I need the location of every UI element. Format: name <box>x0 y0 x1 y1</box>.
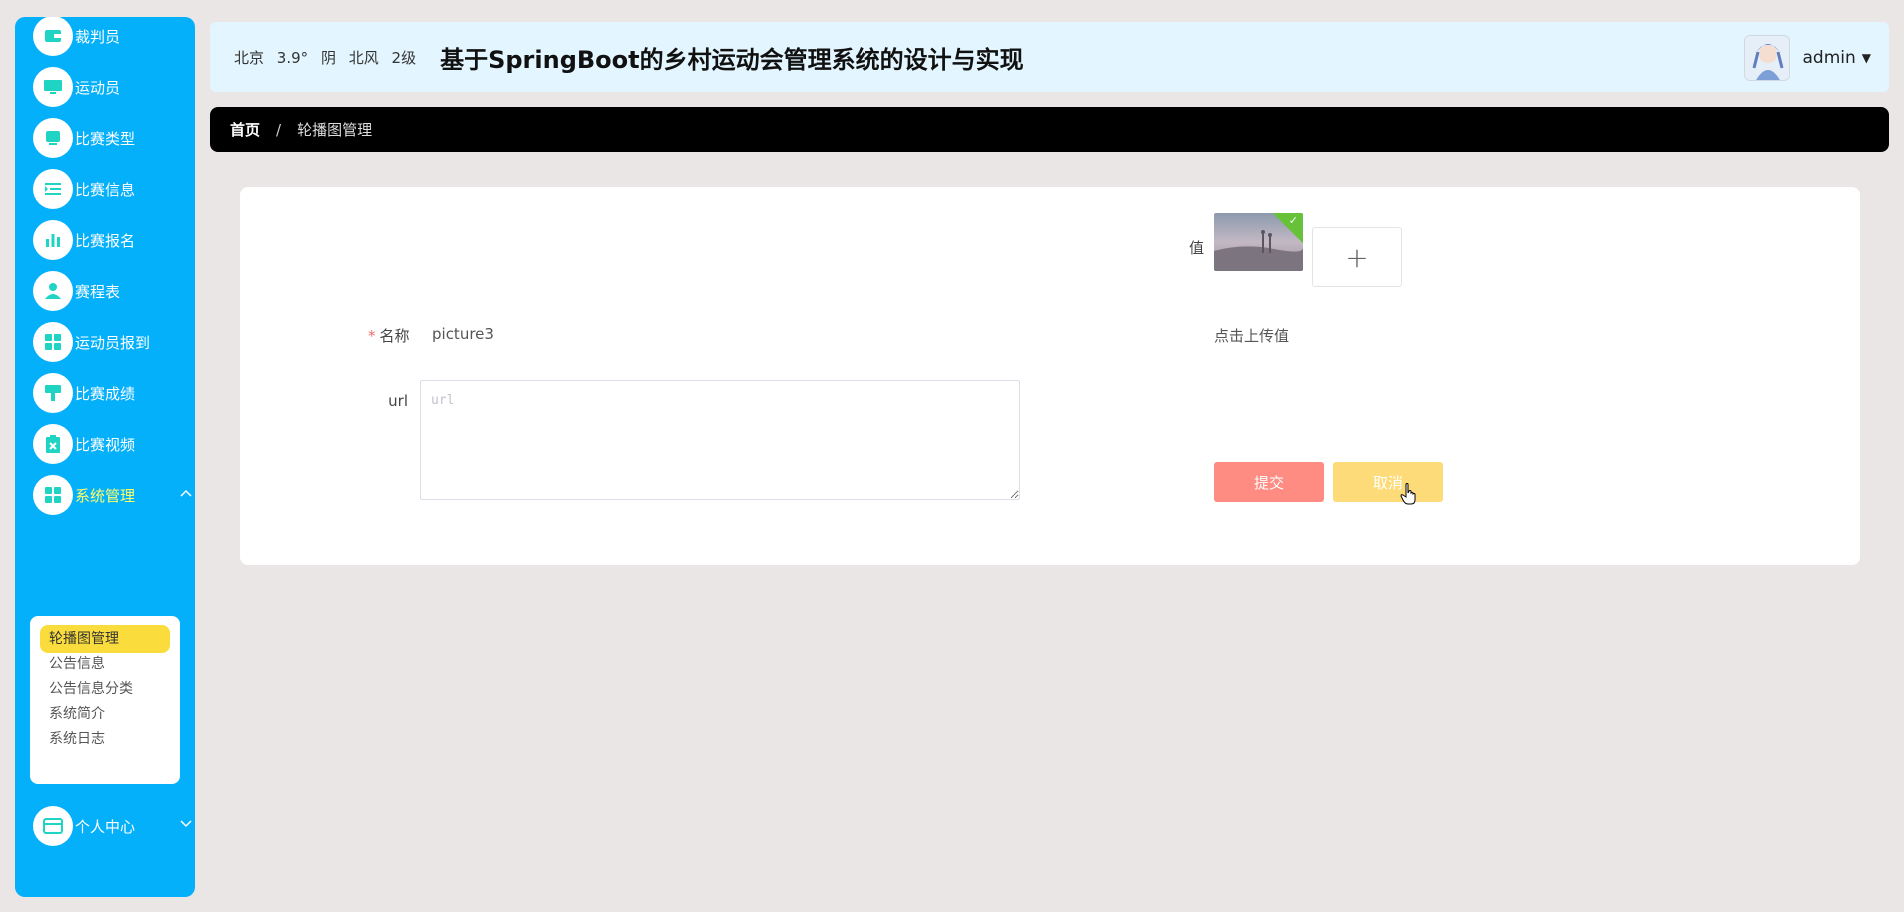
weather-condition: 阴 <box>320 48 336 67</box>
sidebar-item-label: 个人中心 <box>75 817 136 836</box>
sidebar-item-referee[interactable]: 裁判员 <box>33 17 193 61</box>
card-icon <box>33 806 73 846</box>
upload-button[interactable]: + <box>1312 227 1402 287</box>
sidebar-item-label: 裁判员 <box>75 27 121 46</box>
brush-icon <box>33 373 73 413</box>
clipboard-x-icon <box>33 424 73 464</box>
grid-icon <box>33 322 73 362</box>
sidebar-item-label: 运动员报到 <box>75 333 151 352</box>
sidebar-item-athlete-checkin[interactable]: 运动员报到 <box>33 317 193 367</box>
wallet-icon <box>33 17 73 56</box>
name-label: * 名称 <box>368 327 410 345</box>
site-title: 基于SpringBoot的乡村运动会管理系统的设计与实现 <box>440 45 1024 74</box>
system-submenu: 轮播图管理 公告信息 公告信息分类 系统简介 系统日志 <box>30 616 180 784</box>
sidebar-item-label: 比赛信息 <box>75 180 136 199</box>
chevron-down-icon <box>180 817 192 831</box>
sidebar-item-label: 比赛类型 <box>75 129 136 148</box>
value-label: 值 <box>1188 239 1204 257</box>
plus-icon: + <box>1345 240 1369 274</box>
sidebar-item-personal-center[interactable]: 个人中心 <box>33 801 193 851</box>
submenu-item-carousel[interactable]: 轮播图管理 <box>40 625 170 653</box>
submit-button[interactable]: 提交 <box>1214 462 1324 502</box>
weather-wind-dir: 北风 <box>348 48 379 67</box>
sidebar-item-match-video[interactable]: 比赛视频 <box>33 419 193 469</box>
top-header: 北京 3.9° 阴 北风 2级 基于SpringBoot的乡村运动会管理系统的设… <box>210 22 1889 92</box>
hand-cursor-icon <box>1400 482 1418 510</box>
breadcrumb-current: 轮播图管理 <box>297 121 373 139</box>
avatar <box>1744 35 1791 81</box>
weather-temp: 3.9° <box>276 48 309 67</box>
submenu-item-notice[interactable]: 公告信息 <box>40 650 170 678</box>
cancel-button[interactable]: 取消 <box>1333 462 1443 502</box>
submenu-item-notice-category[interactable]: 公告信息分类 <box>40 675 170 703</box>
grid-icon <box>33 475 73 515</box>
required-mark: * <box>368 327 376 345</box>
sidebar-item-schedule[interactable]: 赛程表 <box>33 266 193 316</box>
check-icon: ✓ <box>1288 214 1298 227</box>
chevron-up-icon <box>180 486 192 500</box>
sidebar: 裁判员 运动员 比赛类型 比赛信息 比赛报名 赛程表 运动员报到 比赛成绩 比赛… <box>15 17 195 897</box>
weather-info: 北京 3.9° 阴 北风 2级 <box>234 47 424 68</box>
monitor-icon <box>33 67 73 107</box>
breadcrumb: 首页 / 轮播图管理 <box>210 107 1889 152</box>
sidebar-item-system-management[interactable]: 系统管理 <box>33 470 193 520</box>
breadcrumb-home[interactable]: 首页 <box>230 119 260 140</box>
sidebar-item-label: 比赛报名 <box>75 231 136 250</box>
sidebar-item-label: 系统管理 <box>75 486 136 505</box>
sidebar-item-match-results[interactable]: 比赛成绩 <box>33 368 193 418</box>
weather-wind-level: 2级 <box>391 48 417 67</box>
sidebar-item-label: 比赛视频 <box>75 435 136 454</box>
weather-city: 北京 <box>234 48 265 67</box>
upload-hint: 点击上传值 <box>1214 327 1290 345</box>
submenu-item-system-log[interactable]: 系统日志 <box>40 725 170 753</box>
sidebar-item-match-signup[interactable]: 比赛报名 <box>33 215 193 265</box>
sidebar-item-label: 运动员 <box>75 78 121 97</box>
uploaded-image-thumbnail[interactable]: ✓ <box>1214 213 1303 271</box>
sidebar-item-label: 赛程表 <box>75 282 121 301</box>
url-label: url <box>388 392 408 410</box>
submenu-item-system-intro[interactable]: 系统简介 <box>40 700 170 728</box>
url-input[interactable] <box>420 380 1020 500</box>
list-indent-icon <box>33 169 73 209</box>
caret-down-icon: ▼ <box>1861 51 1871 65</box>
sidebar-item-match-info[interactable]: 比赛信息 <box>33 164 193 214</box>
sidebar-item-label: 比赛成绩 <box>75 384 136 403</box>
user-icon <box>33 271 73 311</box>
sidebar-item-match-type[interactable]: 比赛类型 <box>33 113 193 163</box>
name-value: picture3 <box>432 325 494 343</box>
user-menu[interactable]: admin ▼ <box>1744 35 1871 81</box>
username: admin <box>1802 48 1856 68</box>
breadcrumb-separator: / <box>276 120 282 139</box>
tablet-icon <box>33 118 73 158</box>
sidebar-item-athlete[interactable]: 运动员 <box>33 62 193 112</box>
bar-chart-icon <box>33 220 73 260</box>
carousel-edit-form: *名称 picture3 url 值 ✓ + 点击上传值 提 <box>240 187 1860 565</box>
